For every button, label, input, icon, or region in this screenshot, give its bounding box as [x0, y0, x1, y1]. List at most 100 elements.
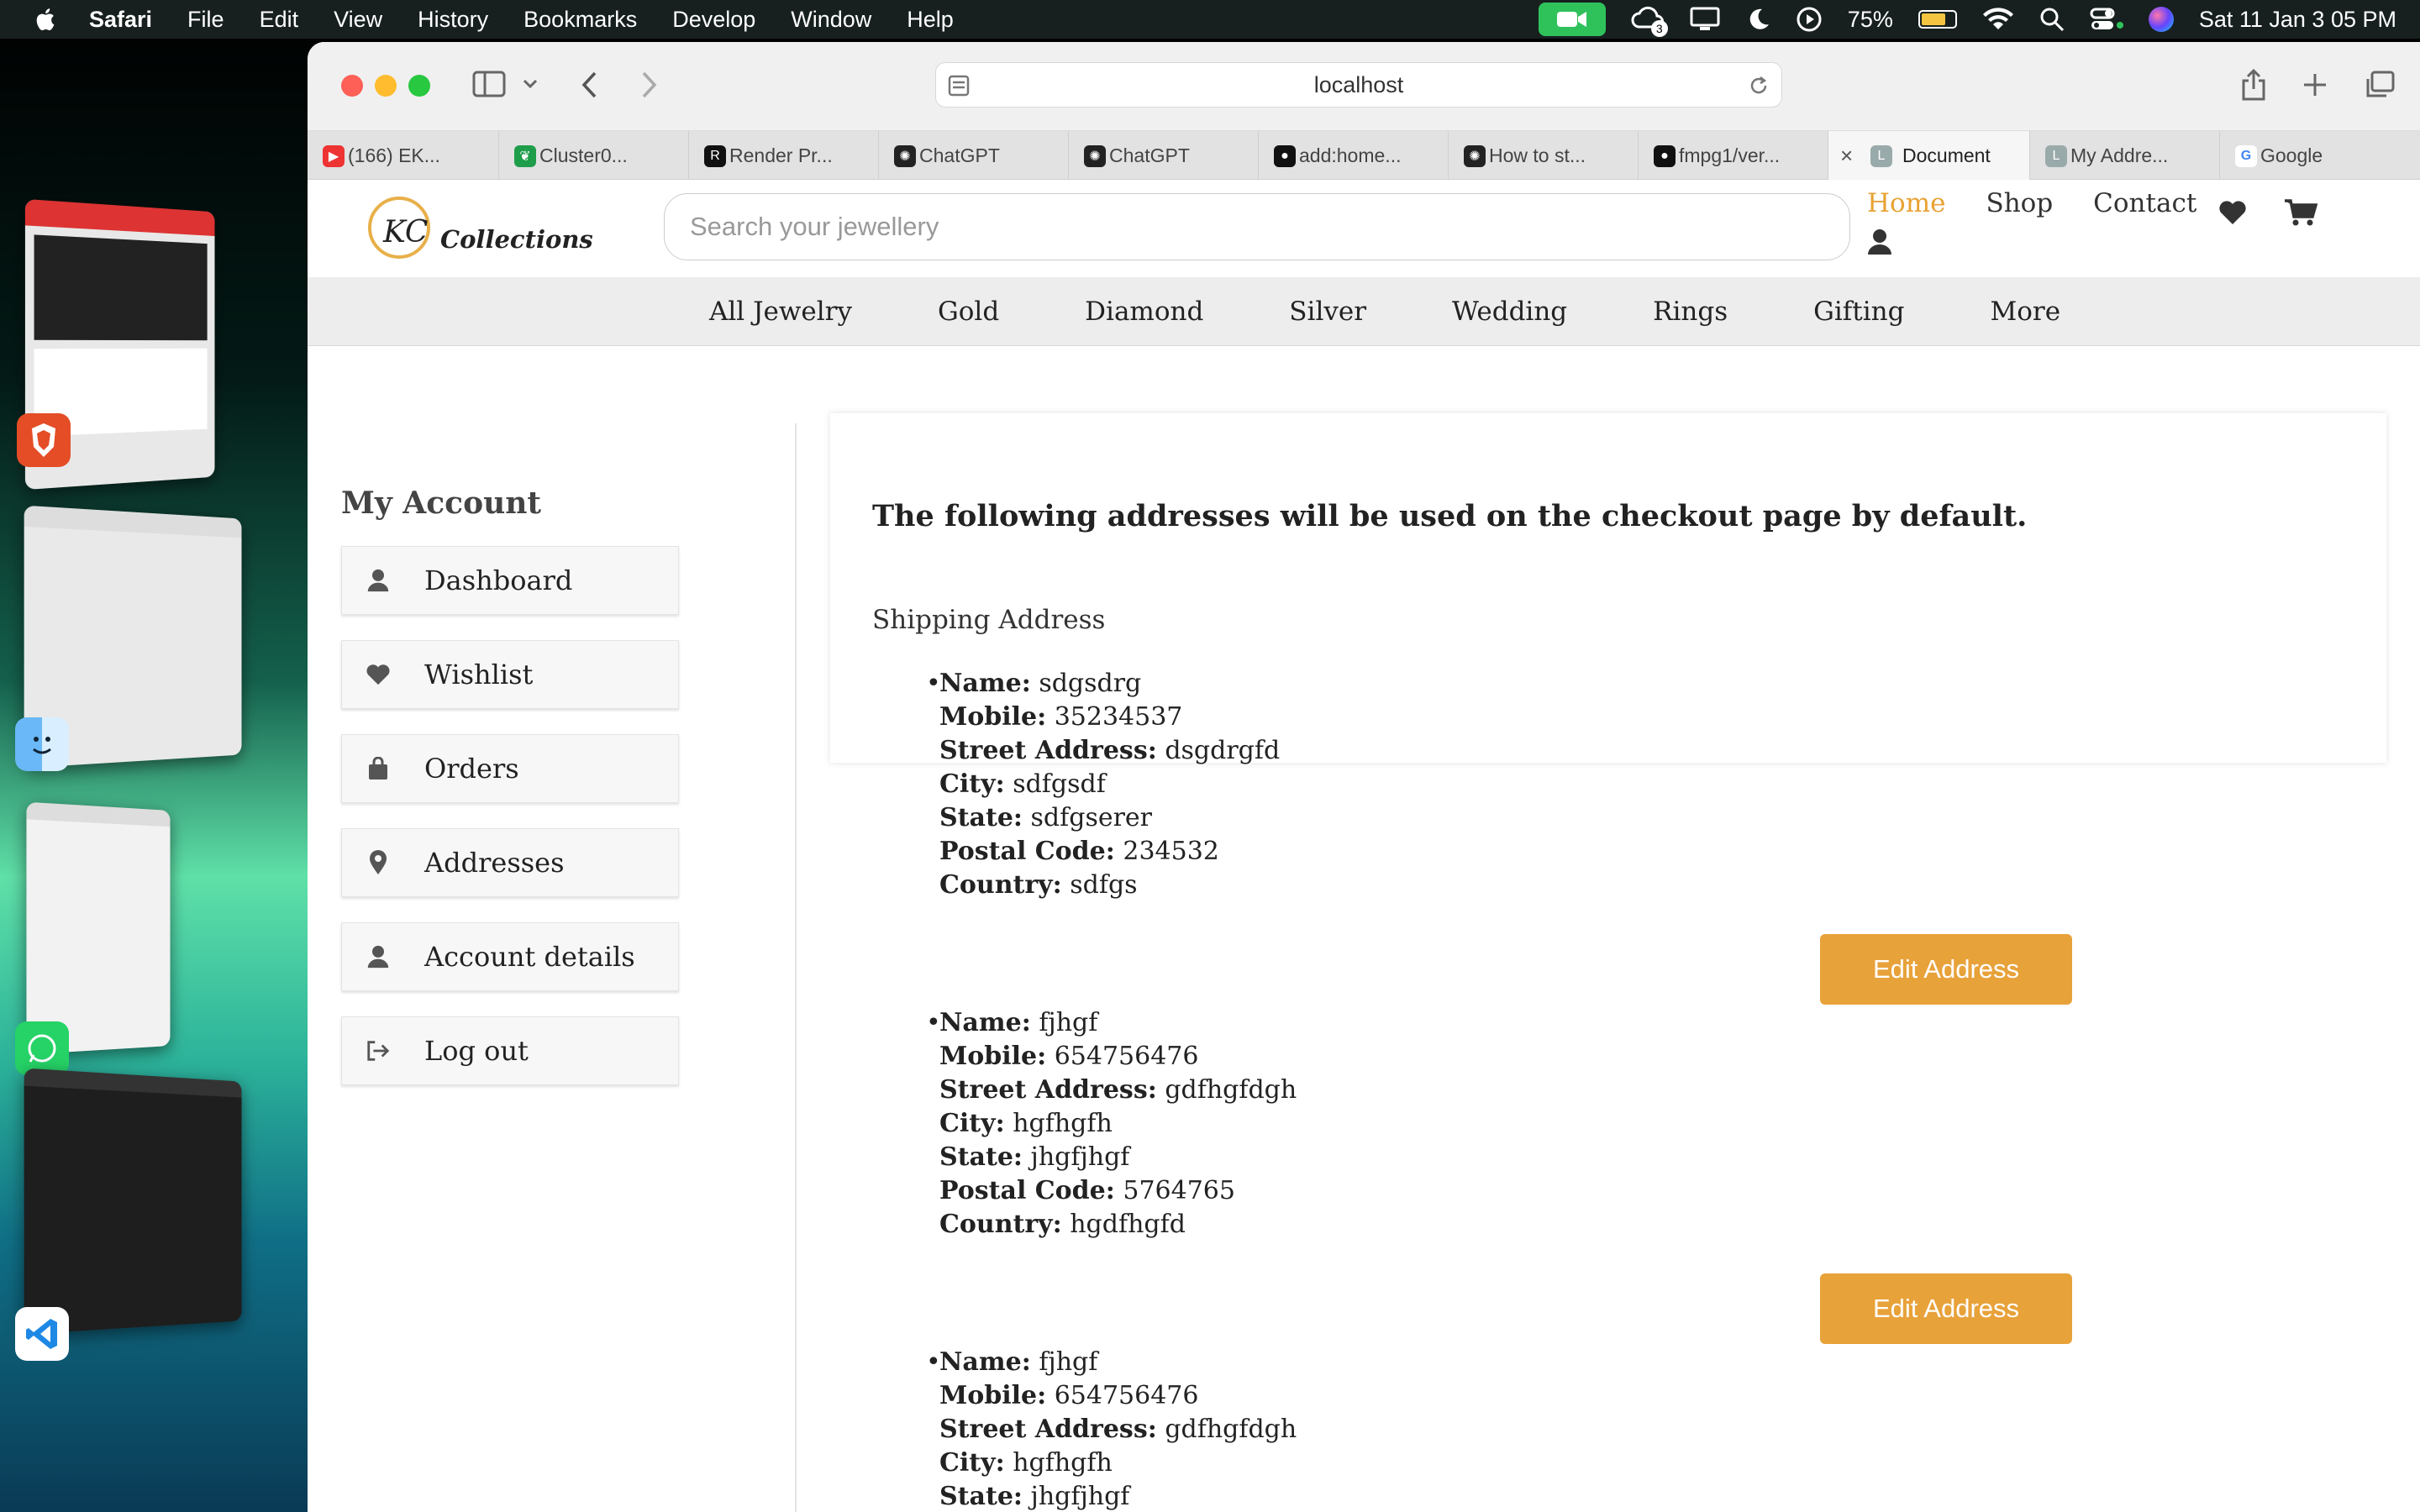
browser-tab[interactable]: G Google — [2220, 131, 2413, 180]
stage-window-vscode[interactable] — [24, 1068, 242, 1335]
cart-icon[interactable] — [2284, 198, 2317, 227]
field-label: Street Address: — [939, 1075, 1157, 1105]
finder-icon[interactable] — [15, 717, 69, 771]
back-arrow-icon[interactable] — [580, 71, 598, 99]
category-all-jewelry[interactable]: All Jewelry — [709, 297, 852, 327]
sidebar-item-label: Orders — [424, 753, 519, 785]
field-label: Mobile: — [939, 702, 1047, 732]
menu-help[interactable]: Help — [907, 7, 954, 33]
heart-icon[interactable] — [2218, 200, 2247, 225]
tab-bar: ▶ (166) EK... ❦ Cluster0... R Render Pr.… — [308, 131, 2420, 180]
forward-arrow-icon[interactable] — [640, 71, 659, 99]
brave-browser-icon[interactable] — [17, 413, 71, 467]
desktop-background: Safari File Edit View History Bookmarks … — [0, 0, 2420, 1512]
siri-icon[interactable] — [2148, 7, 2174, 32]
page-menu-icon[interactable] — [948, 75, 970, 97]
user-icon[interactable] — [1867, 228, 1892, 255]
search-input[interactable] — [664, 193, 1850, 260]
stage-window-whatsapp[interactable] — [26, 801, 171, 1055]
now-playing-icon[interactable] — [1796, 6, 1823, 33]
browser-tab[interactable]: ✺ ChatGPT — [1069, 131, 1259, 180]
field-label: Name: — [939, 669, 1031, 698]
category-wedding[interactable]: Wedding — [1452, 297, 1567, 327]
battery-icon[interactable] — [1918, 10, 1957, 29]
address-city: sdfgsdf — [1013, 769, 1106, 799]
menu-develop[interactable]: Develop — [672, 7, 755, 33]
browser-tab[interactable]: R Render Pr... — [689, 131, 879, 180]
user-icon — [367, 945, 389, 969]
apple-icon[interactable] — [34, 7, 55, 32]
sidebar-item-logout[interactable]: Log out — [341, 1016, 679, 1085]
web-page: KC Collections Home Shop Contact All Jew… — [308, 180, 2420, 1512]
sidebar-item-wishlist[interactable]: Wishlist — [341, 640, 679, 709]
browser-tab[interactable]: ▶ (166) EK... — [308, 131, 499, 180]
menu-history[interactable]: History — [418, 7, 488, 33]
sidebar-item-addresses[interactable]: Addresses — [341, 828, 679, 897]
address-list-item: • Name: fjhgf Mobile: 654756476 Street A… — [926, 1346, 1297, 1512]
vscode-icon[interactable] — [15, 1307, 69, 1361]
nav-contact[interactable]: Contact — [2093, 188, 2196, 218]
sidebar-toggle-icon[interactable] — [472, 71, 506, 97]
focus-moon-icon[interactable] — [1745, 7, 1770, 32]
nav-home[interactable]: Home — [1867, 188, 1945, 218]
menubar-datetime[interactable]: Sat 11 Jan 3 05 PM — [2199, 7, 2396, 33]
sidebar-item-orders[interactable]: Orders — [341, 734, 679, 803]
browser-tab-active[interactable]: × L Document — [1828, 131, 2030, 180]
tab-overview-icon[interactable] — [2365, 71, 2395, 99]
window-close-button[interactable] — [341, 75, 363, 97]
menu-view[interactable]: View — [334, 7, 382, 33]
browser-tab[interactable]: ● fmpg1/ver... — [1639, 131, 1828, 180]
wifi-icon[interactable] — [1982, 7, 2014, 32]
category-silver[interactable]: Silver — [1289, 297, 1366, 327]
sidebar-item-dashboard[interactable]: Dashboard — [341, 546, 679, 615]
menu-app-name[interactable]: Safari — [89, 7, 152, 33]
nav-shop[interactable]: Shop — [1986, 188, 2053, 218]
menu-bookmarks[interactable]: Bookmarks — [523, 7, 637, 33]
sidebar-item-label: Dashboard — [424, 564, 573, 596]
map-pin-icon — [370, 850, 387, 874]
youtube-icon: ▶ — [323, 145, 345, 167]
browser-tab[interactable]: ❦ Cluster0... — [499, 131, 689, 180]
new-tab-plus-icon[interactable] — [2302, 72, 2328, 97]
category-more[interactable]: More — [1990, 297, 2060, 327]
browser-tab[interactable]: ✺ ChatGPT — [879, 131, 1069, 180]
field-label: State: — [939, 1142, 1023, 1172]
menu-edit[interactable]: Edit — [260, 7, 299, 33]
chevron-down-icon[interactable] — [523, 79, 538, 89]
notification-cloud-icon[interactable]: 3 — [1631, 5, 1668, 37]
sidebar-item-account-details[interactable]: Account details — [341, 922, 679, 991]
menu-file[interactable]: File — [187, 7, 224, 33]
address-bar[interactable]: localhost — [935, 62, 1782, 108]
menu-window[interactable]: Window — [791, 7, 871, 33]
tab-close-icon[interactable]: × — [1840, 143, 1853, 169]
site-logo[interactable]: KC Collections — [368, 190, 593, 265]
control-center-icon[interactable] — [2090, 7, 2123, 32]
reload-icon[interactable] — [1748, 75, 1770, 97]
tab-label: ChatGPT — [919, 144, 1000, 166]
window-minimize-button[interactable] — [375, 75, 397, 97]
tab-label: ChatGPT — [1109, 144, 1190, 166]
field-label: Mobile: — [939, 1042, 1047, 1071]
spotlight-search-icon[interactable] — [2039, 7, 2065, 32]
sign-out-icon — [367, 1041, 390, 1061]
browser-tab[interactable]: ● add:home... — [1259, 131, 1449, 180]
category-rings[interactable]: Rings — [1653, 297, 1728, 327]
category-diamond[interactable]: Diamond — [1085, 297, 1203, 327]
category-gold[interactable]: Gold — [938, 297, 999, 327]
facetime-camera-icon[interactable] — [1538, 3, 1606, 36]
share-icon[interactable] — [2240, 69, 2267, 101]
field-label: Country: — [939, 1210, 1062, 1239]
edit-address-button[interactable]: Edit Address — [1820, 1273, 2072, 1344]
edit-address-button[interactable]: Edit Address — [1820, 934, 2072, 1005]
whatsapp-icon[interactable] — [15, 1021, 69, 1075]
window-zoom-button[interactable] — [408, 75, 430, 97]
url-text: localhost — [1313, 71, 1404, 97]
category-gifting[interactable]: Gifting — [1813, 297, 1904, 327]
browser-tab[interactable]: L My Addre... — [2030, 131, 2220, 180]
notification-count: 3 — [1650, 20, 1668, 37]
display-icon[interactable] — [1690, 7, 1720, 32]
address-list-item: • Name: sdgsdrg Mobile: 35234537 Street … — [926, 667, 1280, 902]
field-label: Name: — [939, 1347, 1031, 1377]
browser-tab[interactable]: ✺ How to st... — [1449, 131, 1639, 180]
account-sidebar: My Account Dashboard Wishlist Orders Add… — [341, 486, 679, 1110]
